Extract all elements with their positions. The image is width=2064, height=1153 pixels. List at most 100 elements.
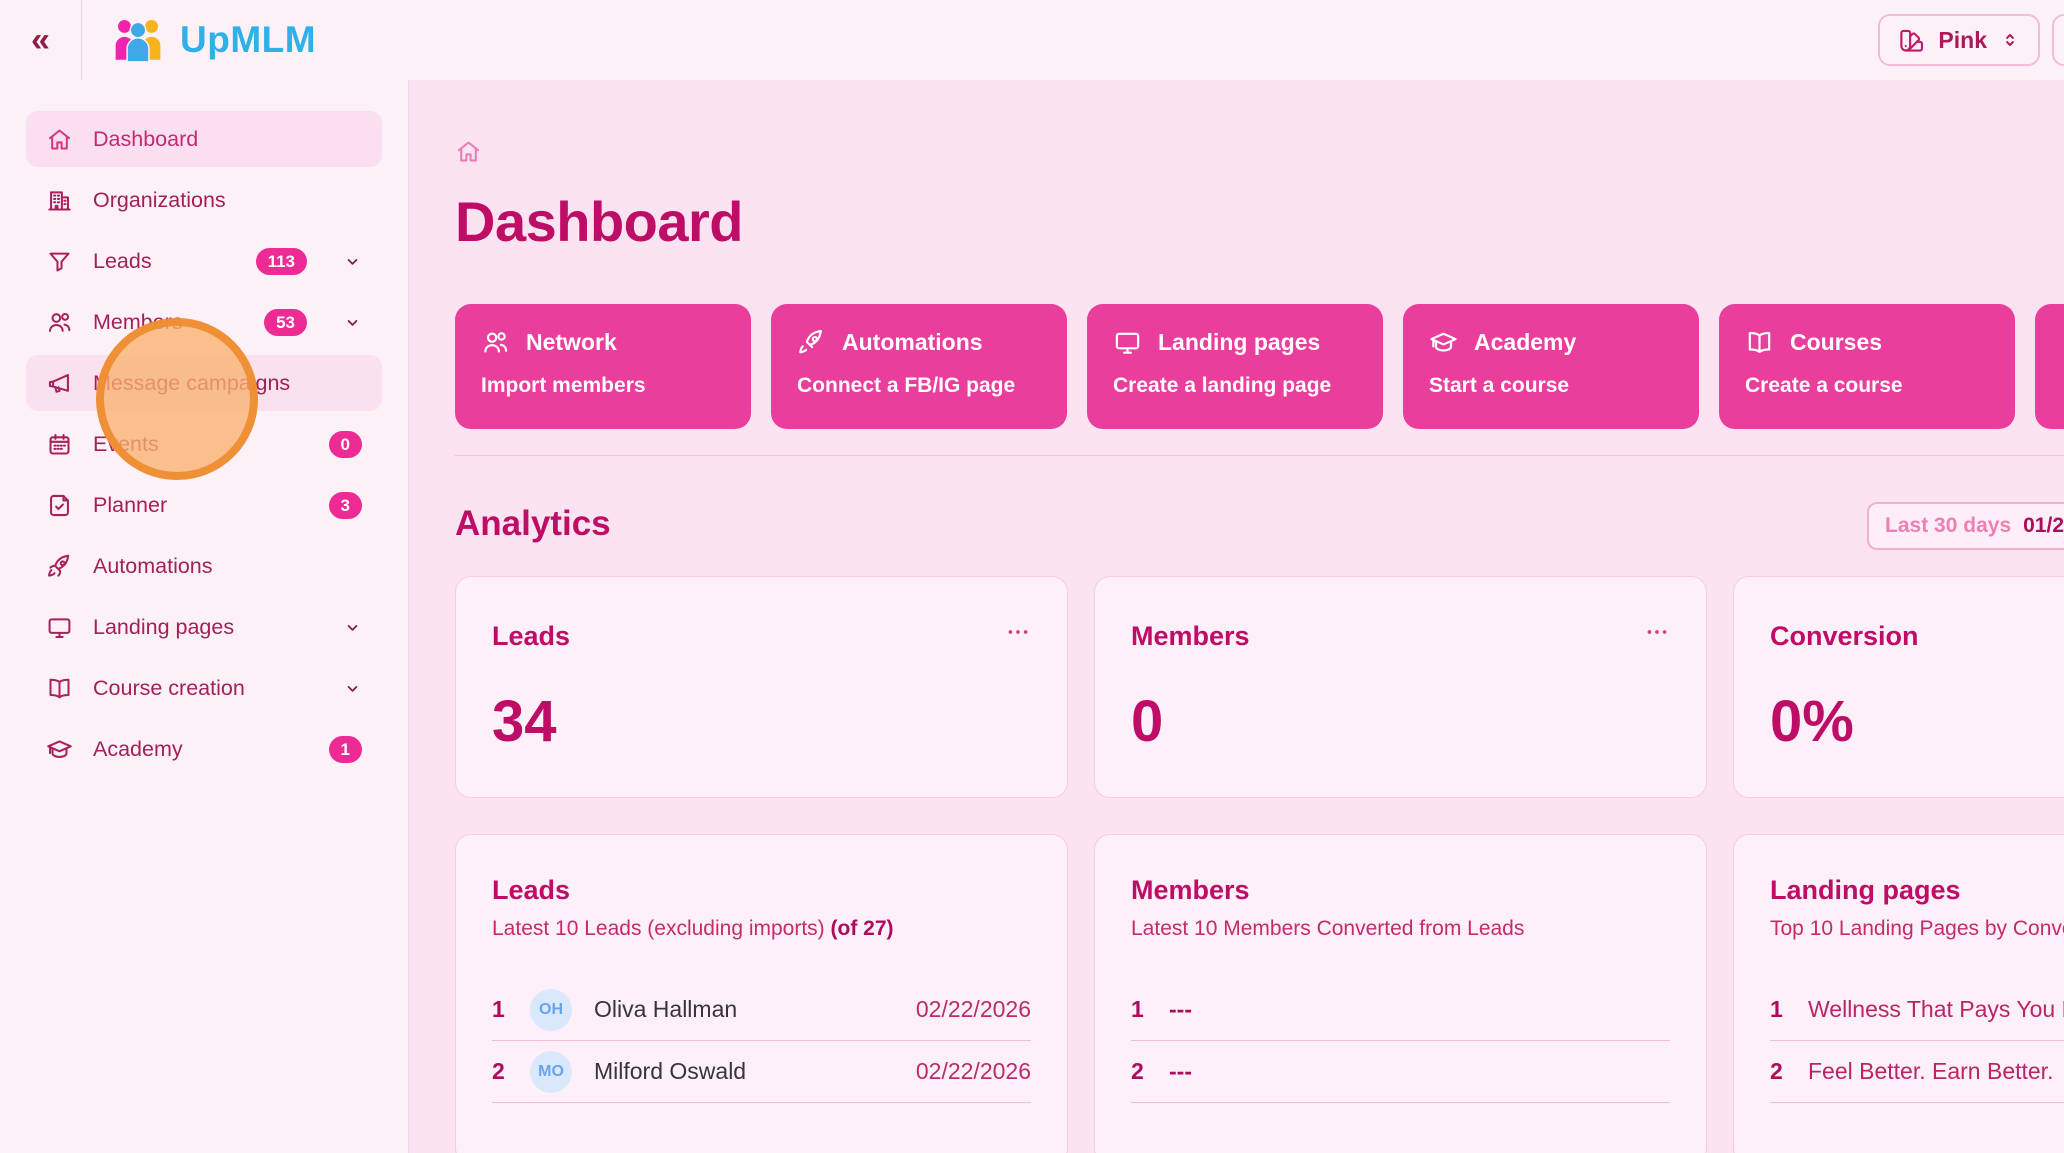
stat-cards-row: Leads 34 Members 0 Conversion 0% <box>455 576 2064 798</box>
graduation-cap-icon <box>1429 328 1458 357</box>
book-open-icon <box>1745 328 1774 357</box>
ellipsis-menu-icon[interactable] <box>1638 613 1676 651</box>
row-index: 2 <box>1770 1058 1786 1085</box>
chevron-down-icon <box>343 679 362 698</box>
list-card-title: Members <box>1131 875 1670 906</box>
list-card-members: Members Latest 10 Members Converted from… <box>1094 834 1707 1153</box>
quick-action-subtitle: Start a course <box>1429 374 1673 398</box>
stat-card-value: 0% <box>1770 688 2064 755</box>
sidebar-item-organizations[interactable]: Organizations <box>26 172 382 228</box>
sidebar-item-members[interactable]: Members 53 <box>26 294 382 350</box>
list-rows: 1 Wellness That Pays You Back 2 Feel Bet… <box>1770 979 2064 1103</box>
sidebar-item-message-campaigns[interactable]: Message campaigns <box>26 355 382 411</box>
breadcrumb[interactable] <box>455 138 2064 165</box>
quick-action-title: Network <box>526 329 617 356</box>
sidebar-item-label: Landing pages <box>93 615 307 640</box>
list-row[interactable]: 1 Wellness That Pays You Back <box>1770 979 2064 1041</box>
row-index: 2 <box>1131 1058 1147 1085</box>
sidebar-item-landing-pages[interactable]: Landing pages <box>26 599 382 655</box>
events-count-badge: 0 <box>329 431 362 458</box>
page-title: Dashboard <box>455 189 2064 254</box>
list-card-title: Landing pages <box>1770 875 2064 906</box>
quick-actions-row: Network Import members Automations Conne… <box>455 304 2064 429</box>
row-index: 1 <box>492 996 508 1023</box>
stat-card-value: 34 <box>492 688 1031 755</box>
sidebar-item-label: Members <box>93 310 244 335</box>
calendar-icon <box>46 431 73 458</box>
quick-action-automations[interactable]: Automations Connect a FB/IG page <box>771 304 1067 429</box>
quick-action-landing-pages[interactable]: Landing pages Create a landing page <box>1087 304 1383 429</box>
stat-card-value: 0 <box>1131 688 1670 755</box>
sidebar-item-label: Automations <box>93 554 362 579</box>
lead-name: Oliva Hallman <box>594 996 894 1023</box>
quick-action-title: Academy <box>1474 329 1576 356</box>
stat-card-title: Leads <box>492 621 1031 652</box>
sidebar-item-events[interactable]: Events 0 <box>26 416 382 472</box>
academy-count-badge: 1 <box>329 736 362 763</box>
chevrons-left-icon: « <box>31 21 50 60</box>
members-count-badge: 53 <box>264 309 307 336</box>
list-row[interactable]: 2 MO Milford Oswald 02/22/2026 <box>492 1041 1031 1103</box>
brand-logo: UpMLM <box>112 16 316 64</box>
rocket-icon <box>46 553 73 580</box>
theme-selector-button[interactable]: Pink <box>1878 14 2040 66</box>
theme-selector-label: Pink <box>1938 27 1987 54</box>
quick-action-network[interactable]: Network Import members <box>455 304 751 429</box>
chevron-down-icon <box>343 618 362 637</box>
quick-action-title: Automations <box>842 329 983 356</box>
megaphone-icon <box>46 370 73 397</box>
sidebar-item-automations[interactable]: Automations <box>26 538 382 594</box>
sidebar-item-planner[interactable]: Planner 3 <box>26 477 382 533</box>
ellipsis-menu-icon[interactable] <box>999 613 1037 651</box>
list-row[interactable]: 2 --- <box>1131 1041 1670 1103</box>
list-rows: 1 --- 2 --- <box>1131 979 1670 1103</box>
row-index: 1 <box>1131 996 1147 1023</box>
list-row[interactable]: 1 --- <box>1131 979 1670 1041</box>
sidebar-item-academy[interactable]: Academy 1 <box>26 721 382 777</box>
avatar: MO <box>530 1051 572 1093</box>
row-index: 1 <box>1770 996 1786 1023</box>
landing-page-name: Feel Better. Earn Better. <box>1808 1058 2064 1085</box>
section-divider <box>455 455 2064 456</box>
building-icon <box>46 187 73 214</box>
quick-action-card-partial[interactable] <box>2035 304 2064 429</box>
date-range-filter[interactable]: Last 30 days 01/2 <box>1867 502 2064 550</box>
avatar: OH <box>530 989 572 1031</box>
clipboard-check-icon <box>46 492 73 519</box>
sidebar-item-leads[interactable]: Leads 113 <box>26 233 382 289</box>
users-icon <box>481 328 510 357</box>
sidebar-item-label: Organizations <box>93 188 362 213</box>
landing-page-name: Wellness That Pays You Back <box>1808 996 2064 1023</box>
list-card-subtitle: Top 10 Landing Pages by Convers <box>1770 917 2064 941</box>
analytics-heading: Analytics <box>455 504 611 544</box>
list-row[interactable]: 1 OH Oliva Hallman 02/22/2026 <box>492 979 1031 1041</box>
analytics-header: Analytics Last 30 days 01/2 <box>455 504 2064 544</box>
sidebar-collapse-button[interactable]: « <box>0 0 82 80</box>
quick-action-courses[interactable]: Courses Create a course <box>1719 304 2015 429</box>
list-card-subtitle: Latest 10 Members Converted from Leads <box>1131 917 1670 941</box>
sidebar-item-dashboard[interactable]: Dashboard <box>26 111 382 167</box>
list-card-landing-pages: Landing pages Top 10 Landing Pages by Co… <box>1733 834 2064 1153</box>
stat-card-members: Members 0 <box>1094 576 1707 798</box>
date-range-label: Last 30 days <box>1885 514 2011 538</box>
topbar: « UpMLM Pink <box>0 0 2064 80</box>
row-index: 2 <box>492 1058 508 1085</box>
sidebar-item-course-creation[interactable]: Course creation <box>26 660 382 716</box>
sidebar-item-label: Leads <box>93 249 236 274</box>
quick-action-title: Courses <box>1790 329 1882 356</box>
rocket-icon <box>797 328 826 357</box>
topbar-button-partial[interactable] <box>2052 14 2064 66</box>
stat-card-conversion: Conversion 0% <box>1733 576 2064 798</box>
date-range-start: 01/2 <box>2023 514 2064 538</box>
sidebar-item-label: Planner <box>93 493 309 518</box>
quick-action-subtitle: Create a course <box>1745 374 1989 398</box>
quick-action-subtitle: Create a landing page <box>1113 374 1357 398</box>
stat-card-leads: Leads 34 <box>455 576 1068 798</box>
quick-action-academy[interactable]: Academy Start a course <box>1403 304 1699 429</box>
stat-card-title: Members <box>1131 621 1670 652</box>
list-row[interactable]: 2 Feel Better. Earn Better. <box>1770 1041 2064 1103</box>
users-icon <box>46 309 73 336</box>
quick-action-subtitle: Connect a FB/IG page <box>797 374 1041 398</box>
lead-date: 02/22/2026 <box>916 1058 1031 1085</box>
list-rows: 1 OH Oliva Hallman 02/22/2026 2 MO Milfo… <box>492 979 1031 1103</box>
